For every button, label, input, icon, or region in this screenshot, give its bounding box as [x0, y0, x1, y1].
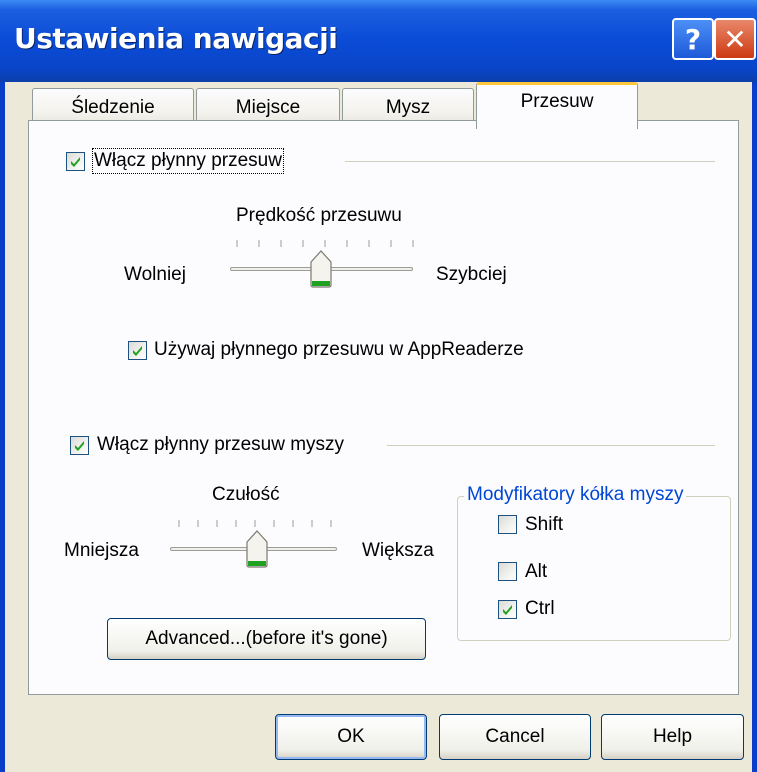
tab-label: Śledzenie [71, 96, 155, 118]
checkmark-icon [71, 157, 80, 167]
cancel-button[interactable]: Cancel [439, 714, 591, 760]
checkmark-icon [133, 346, 142, 356]
sensitivity-slider-thumb[interactable] [246, 530, 268, 568]
checkmark-icon [75, 441, 84, 451]
smooth-scroll-label[interactable]: Włącz płynny przesuw [92, 148, 284, 174]
window-frame-left [0, 82, 5, 772]
mouse-smooth-scroll-checkbox[interactable] [70, 436, 89, 455]
help-button-label: Help [652, 726, 693, 747]
shift-checkbox[interactable] [498, 515, 517, 534]
appreader-checkbox[interactable] [128, 341, 147, 360]
speed-title: Prędkość przesuwu [236, 205, 402, 226]
alt-label[interactable]: Alt [525, 561, 547, 583]
more-label: Większa [362, 540, 434, 561]
slower-label: Wolniej [124, 264, 186, 285]
ok-button-label: OK [337, 726, 365, 747]
cancel-button-label: Cancel [485, 726, 545, 747]
speed-slider-thumb[interactable] [310, 250, 332, 288]
checkmark-icon [503, 605, 512, 615]
sensitivity-title: Czułość [212, 484, 280, 505]
window-frame-right [752, 82, 757, 772]
less-label: Mniejsza [64, 540, 139, 561]
speed-ticks [236, 240, 414, 247]
tab-label: Mysz [385, 96, 431, 118]
ctrl-checkbox[interactable] [498, 600, 517, 619]
alt-checkbox[interactable] [498, 562, 517, 581]
close-button[interactable]: ✕ [714, 18, 756, 60]
ok-button[interactable]: OK [275, 714, 427, 760]
appreader-label[interactable]: Używaj płynnego przesuwu w AppReaderze [154, 339, 524, 361]
window-title: Ustawienia nawigacji [14, 22, 338, 55]
navigation-settings-dialog: Ustawienia nawigacji ? ✕ Śledzenie Miejs… [0, 0, 757, 772]
sensitivity-ticks [178, 520, 332, 527]
close-icon: ✕ [723, 22, 747, 56]
ctrl-label[interactable]: Ctrl [525, 598, 555, 620]
tab-label: Miejsce [235, 96, 301, 118]
question-icon: ? [684, 22, 702, 56]
shift-label[interactable]: Shift [525, 514, 563, 536]
faster-label: Szybciej [436, 264, 507, 285]
advanced-button[interactable]: Advanced...(before it's gone) [107, 618, 426, 660]
modifiers-legend: Modyfikatory kółka myszy [464, 484, 687, 506]
advanced-button-label: Advanced...(before it's gone) [145, 628, 388, 649]
separator-line [345, 161, 715, 162]
title-bar[interactable]: Ustawienia nawigacji ? ✕ [0, 0, 757, 82]
help-button[interactable]: Help [601, 714, 744, 760]
tab-label: Przesuw [520, 91, 594, 112]
mouse-smooth-scroll-label[interactable]: Włącz płynny przesuw myszy [97, 434, 344, 456]
separator-line [387, 445, 715, 446]
help-title-button[interactable]: ? [672, 18, 714, 60]
tab-przesuw[interactable]: Przesuw [476, 82, 638, 129]
smooth-scroll-checkbox[interactable] [66, 152, 85, 171]
